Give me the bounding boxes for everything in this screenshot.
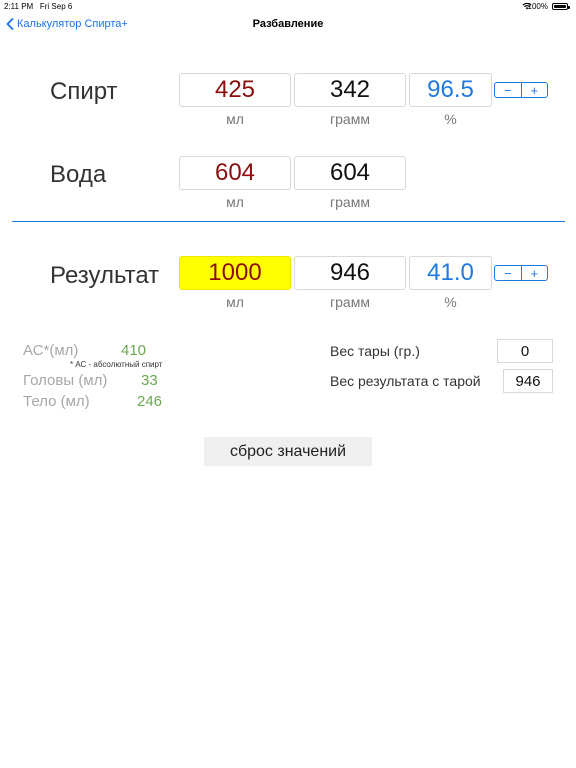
alcohol-gram-unit: грамм <box>330 111 370 127</box>
heads-value: 33 <box>141 372 158 389</box>
absolute-alcohol-note: * АС - абсолютный спирт <box>70 360 163 369</box>
increment-button[interactable]: + <box>522 266 548 280</box>
page-title: Разбавление <box>252 18 324 30</box>
status-time: 2:11 PM Fri Sep 6 <box>4 2 73 11</box>
navigation-bar: Калькулятор Спирта+ Разбавление <box>0 12 576 40</box>
body-label: Тело (мл) <box>23 393 90 410</box>
water-ml-field[interactable]: 604 <box>179 156 291 190</box>
result-percent-field[interactable]: 41.0 <box>409 256 492 290</box>
absolute-alcohol-value: 410 <box>121 342 147 359</box>
alcohol-percent-stepper[interactable]: − + <box>494 82 548 98</box>
reset-button[interactable]: сброс значений <box>204 437 372 466</box>
battery-icon <box>552 3 570 10</box>
alcohol-gram-field[interactable]: 342 <box>294 73 406 107</box>
result-ml-field[interactable]: 1000 <box>179 256 291 290</box>
alcohol-label: Спирт <box>50 78 118 105</box>
status-bar: 2:11 PM Fri Sep 6 100% <box>0 0 576 12</box>
alcohol-ml-field[interactable]: 425 <box>179 73 291 107</box>
alcohol-ml-unit: мл <box>226 111 244 127</box>
absolute-alcohol-label: АС*(мл) <box>23 342 79 359</box>
result-ml-unit: мл <box>226 294 244 310</box>
heads-label: Головы (мл) <box>23 372 108 389</box>
result-percent-unit: % <box>444 294 457 310</box>
alcohol-percent-field[interactable]: 96.5 <box>409 73 492 107</box>
water-ml-unit: мл <box>226 194 244 210</box>
alcohol-percent-unit: % <box>444 111 457 127</box>
tare-weight-label: Вес тары (гр.) <box>330 343 420 359</box>
result-label: Результат <box>50 262 160 289</box>
result-weight-label: Вес результата с тарой <box>330 373 481 389</box>
result-gram-unit: грамм <box>330 294 370 310</box>
result-gram-field[interactable]: 946 <box>294 256 406 290</box>
water-gram-unit: грамм <box>330 194 370 210</box>
tare-weight-field[interactable]: 0 <box>497 339 553 363</box>
water-label: Вода <box>50 161 107 188</box>
body-value: 246 <box>137 393 163 410</box>
increment-button[interactable]: + <box>522 83 548 97</box>
water-gram-field[interactable]: 604 <box>294 156 406 190</box>
decrement-button[interactable]: − <box>495 266 522 280</box>
result-percent-stepper[interactable]: − + <box>494 265 548 281</box>
divider <box>12 221 565 222</box>
decrement-button[interactable]: − <box>495 83 522 97</box>
result-weight-field[interactable]: 946 <box>503 369 553 393</box>
battery-percent: 100% <box>527 2 548 11</box>
